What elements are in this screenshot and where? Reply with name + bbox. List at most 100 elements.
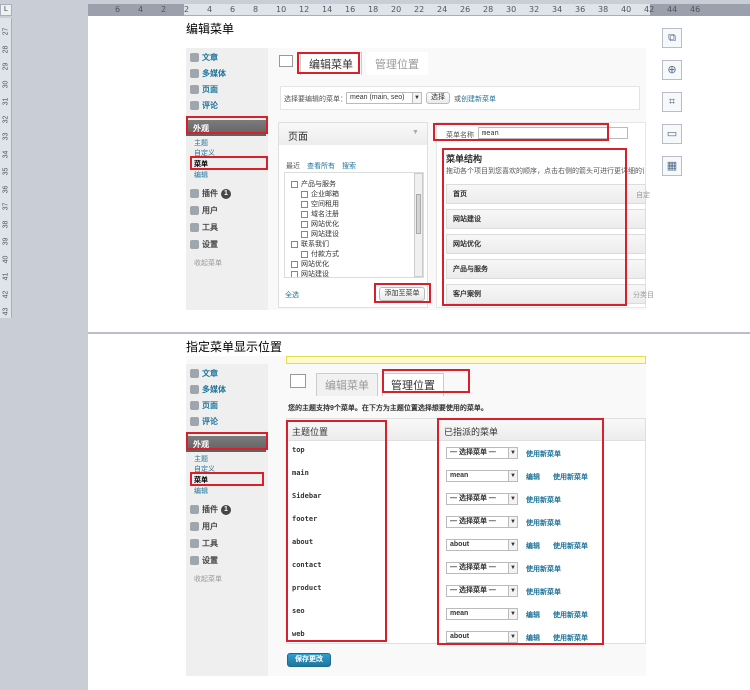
checkbox[interactable] xyxy=(301,190,308,198)
page-item-label: 空间租用 xyxy=(311,201,339,208)
tools-icon xyxy=(190,223,199,232)
choose-menu-select[interactable]: mean (main, seo) ▼ xyxy=(346,92,422,104)
select-all-link[interactable]: 全选 xyxy=(285,290,299,300)
caption-set-location: 指定菜单显示位置 xyxy=(186,340,283,354)
page-item-label: 网站优化 xyxy=(301,261,329,268)
sidebar-item-2[interactable]: 页面 xyxy=(190,84,218,95)
sidebar-item-label: 插件 xyxy=(202,189,218,198)
ruler-tick: 38 xyxy=(2,220,10,228)
sidebar-item-7[interactable]: 工具 xyxy=(190,538,218,549)
crop-icon[interactable]: ⌗ xyxy=(662,92,682,112)
page-checkbox-item[interactable]: 网站优化 xyxy=(291,259,329,269)
menu-item-type: 自定 xyxy=(636,192,650,199)
ruler-tick: 26 xyxy=(460,5,471,14)
sidebar-subitem-0[interactable]: 主题 xyxy=(194,454,208,464)
sidebar-item-3[interactable]: 评论 xyxy=(190,100,218,111)
checkbox[interactable] xyxy=(301,220,308,228)
choose-menu-value: mean (main, seo) xyxy=(350,94,405,101)
ruler-tick: 30 xyxy=(2,80,10,88)
sidebar-item-label: 评论 xyxy=(202,417,218,426)
page-checkbox-item[interactable]: 网站建设 xyxy=(291,269,329,277)
filter-search[interactable]: 搜索 xyxy=(342,161,356,171)
ruler-tick: 36 xyxy=(2,185,10,193)
sidebar-item-2[interactable]: 页面 xyxy=(190,400,218,411)
checklist-scrollbar[interactable] xyxy=(414,173,423,277)
chart-icon[interactable]: ⧉ xyxy=(662,28,682,48)
menu-screen-icon xyxy=(279,55,293,67)
sidebar-subitem-3[interactable]: 编辑 xyxy=(194,170,208,180)
tools-icon xyxy=(190,539,199,548)
layout-icon[interactable]: ▦ xyxy=(662,156,682,176)
sidebar-item-7[interactable]: 工具 xyxy=(190,222,218,233)
sidebar-item-5[interactable]: 插件 1 xyxy=(190,504,231,515)
checkbox[interactable] xyxy=(301,250,308,258)
plugin-icon xyxy=(190,189,199,198)
page-checkbox-item[interactable]: 网站建设 xyxy=(301,229,339,239)
sidebar-item-0[interactable]: 文章 xyxy=(190,52,218,63)
frame-icon[interactable]: ▭ xyxy=(662,124,682,144)
sidebar-item-8[interactable]: 设置 xyxy=(190,555,218,566)
choose-button[interactable]: 选择 xyxy=(426,92,450,104)
collapse-menu-link[interactable]: 收起菜单 xyxy=(194,574,222,584)
chevron-down-icon: ▼ xyxy=(412,93,421,103)
media-icon xyxy=(190,69,199,78)
tab-manage-locations[interactable]: 管理位置 xyxy=(366,52,428,75)
highlight-edit-tab xyxy=(297,52,360,74)
page-checkbox-item[interactable]: 企业邮箱 xyxy=(301,189,339,199)
page-checkbox-item[interactable]: 付款方式 xyxy=(301,249,339,259)
update-badge: 1 xyxy=(221,504,231,515)
sidebar-item-3[interactable]: 评论 xyxy=(190,416,218,427)
checkbox[interactable] xyxy=(301,230,308,238)
settings-icon xyxy=(190,556,199,565)
ruler-tick: 6 xyxy=(230,5,236,14)
sidebar-item-5[interactable]: 插件 1 xyxy=(190,188,231,199)
zoom-icon[interactable]: ⊕ xyxy=(662,60,682,80)
page-checkbox-item[interactable]: 域名注册 xyxy=(301,209,339,219)
sidebar-item-label: 多媒体 xyxy=(202,385,226,394)
checkbox[interactable] xyxy=(291,270,298,277)
ruler-tick: 28 xyxy=(2,45,10,53)
page-checkbox-item[interactable]: 联系我们 xyxy=(291,239,329,249)
ruler-tick: 36 xyxy=(575,5,586,14)
or-text: 或创建新菜单 xyxy=(454,94,496,104)
sidebar-subitem-0[interactable]: 主题 xyxy=(194,138,208,148)
sidebar-item-label: 多媒体 xyxy=(202,69,226,78)
notice-bar xyxy=(286,356,646,364)
sidebar-item-label: 用户 xyxy=(202,206,218,215)
filter-view-all[interactable]: 查看所有 xyxy=(307,161,335,171)
sidebar-item-1[interactable]: 多媒体 xyxy=(190,384,226,395)
ruler-margin-left xyxy=(88,4,184,16)
page-checkbox-item[interactable]: 产品与服务 xyxy=(291,179,336,189)
collapse-menu-link[interactable]: 收起菜单 xyxy=(194,258,222,268)
sidebar-item-1[interactable]: 多媒体 xyxy=(190,68,226,79)
create-menu-link[interactable]: 创建新菜单 xyxy=(461,96,496,103)
checkbox[interactable] xyxy=(291,260,298,268)
sidebar-item-8[interactable]: 设置 xyxy=(190,239,218,250)
tab-edit-menu-2[interactable]: 编辑菜单 xyxy=(316,373,378,396)
triangle-down-icon[interactable]: ▼ xyxy=(412,129,419,136)
ruler-tick: 27 xyxy=(2,27,10,36)
sidebar-item-label: 工具 xyxy=(202,223,218,232)
checkbox[interactable] xyxy=(291,180,298,188)
sidebar-subitem-3[interactable]: 编辑 xyxy=(194,486,208,496)
sidebar-item-6[interactable]: 用户 xyxy=(190,521,218,532)
vertical-ruler[interactable]: 27 28 29 30 31 32 33 34 35 36 37 38 39 40 41 42 43 xyxy=(0,18,12,318)
checkbox[interactable] xyxy=(301,200,308,208)
checkbox[interactable] xyxy=(301,210,308,218)
ruler-corner[interactable]: L xyxy=(0,4,12,16)
page-checkbox-item[interactable]: 网站优化 xyxy=(301,219,339,229)
sidebar-item-label: 工具 xyxy=(202,539,218,548)
page-item-label: 域名注册 xyxy=(311,211,339,218)
checkbox[interactable] xyxy=(291,240,298,248)
page-item-label: 产品与服务 xyxy=(301,181,336,188)
ruler-tick: 20 xyxy=(391,5,402,14)
settings-icon xyxy=(190,240,199,249)
media-icon xyxy=(190,385,199,394)
filter-recent[interactable]: 最近 xyxy=(286,161,300,171)
page-item-label: 企业邮箱 xyxy=(311,191,339,198)
horizontal-ruler[interactable]: 6 4 2 2 4 6 8 10 12 14 16 18 20 22 24 26 28 30 32 34 36 38 40 4… xyxy=(88,4,750,16)
sidebar-item-0[interactable]: 文章 xyxy=(190,368,218,379)
sidebar-item-6[interactable]: 用户 xyxy=(190,205,218,216)
save-changes-button[interactable]: 保存更改 xyxy=(287,653,331,667)
page-checkbox-item[interactable]: 空间租用 xyxy=(301,199,339,209)
